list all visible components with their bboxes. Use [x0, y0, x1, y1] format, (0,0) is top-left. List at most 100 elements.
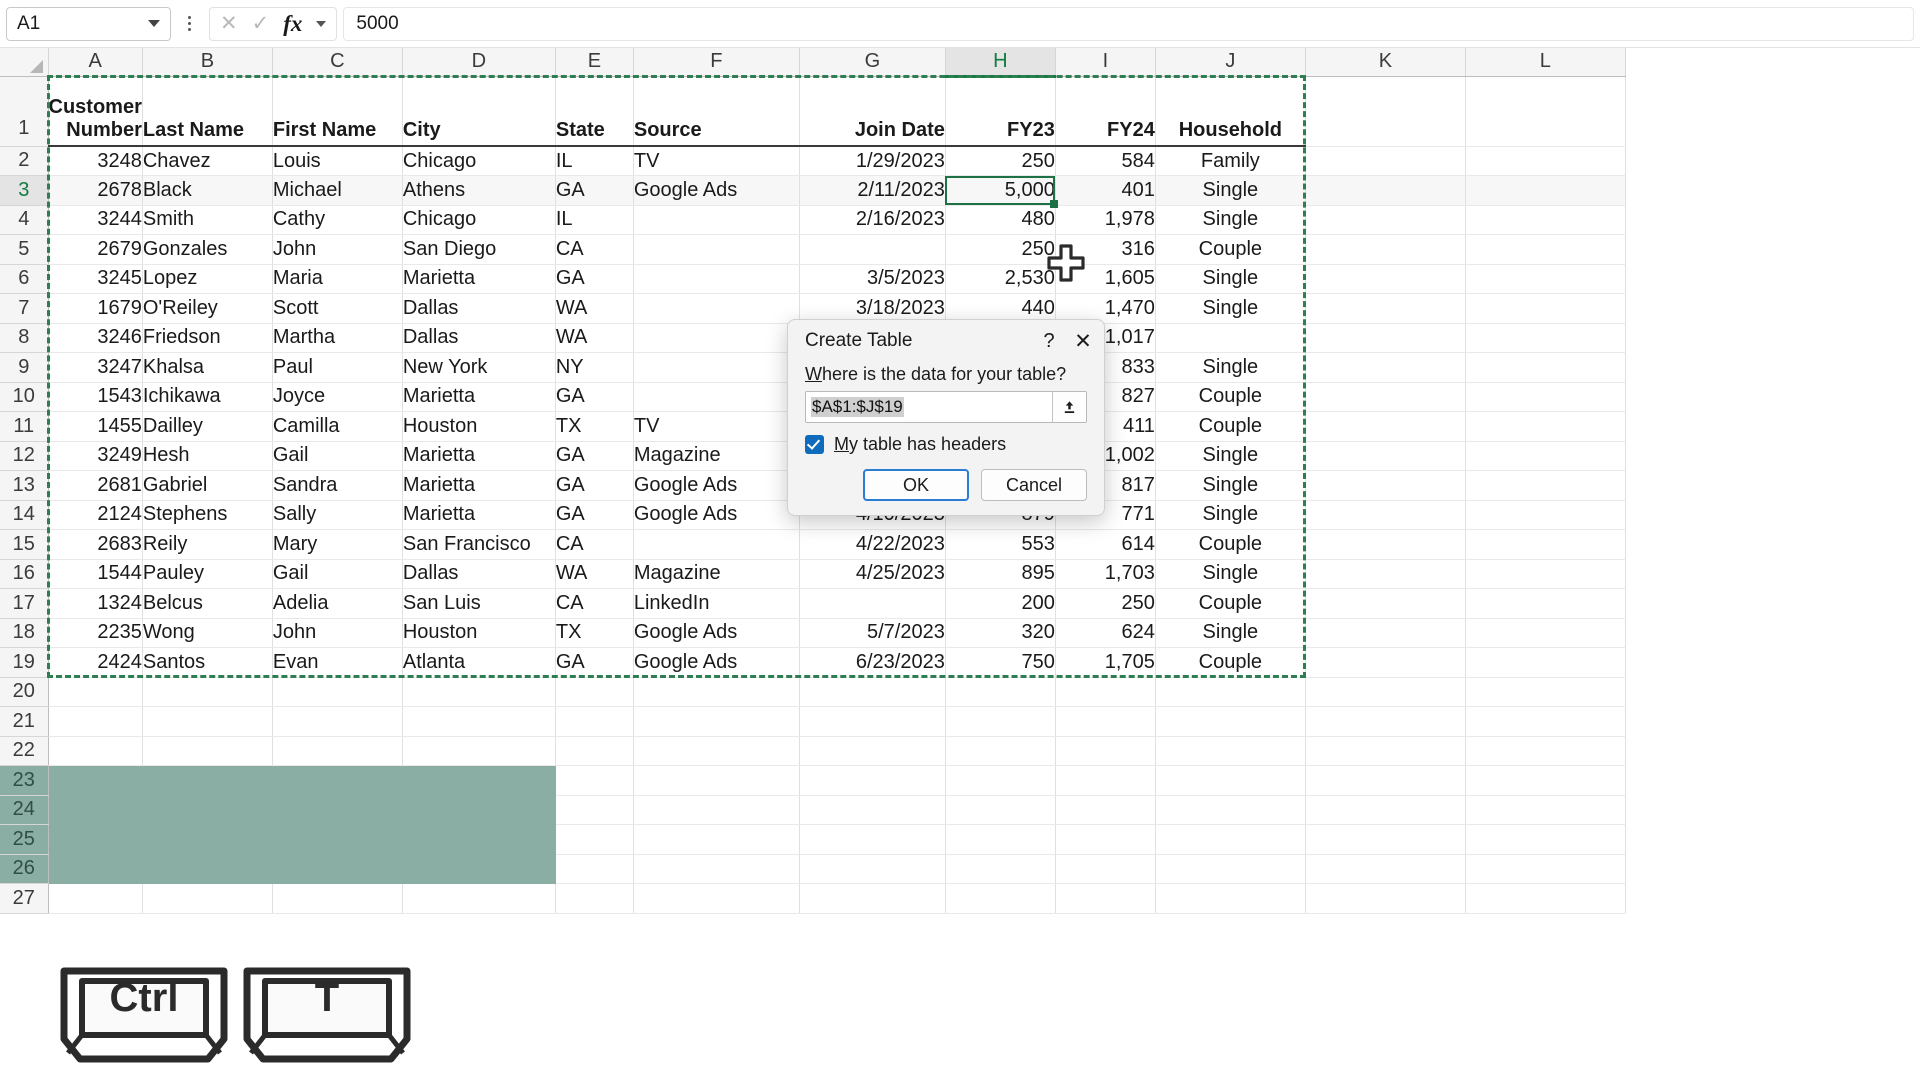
cell-C4[interactable]: Cathy [272, 205, 403, 235]
cell-E26[interactable] [555, 854, 634, 884]
cell-J8[interactable] [1155, 323, 1306, 353]
cell-K7[interactable] [1305, 293, 1466, 324]
row-header-22[interactable]: 22 [0, 736, 49, 766]
cell-E12[interactable]: GA [555, 441, 634, 471]
check-icon[interactable]: ✓ [252, 13, 270, 34]
cell-B18[interactable]: Wong [142, 618, 273, 648]
cell-J23[interactable] [1155, 765, 1306, 796]
select-all-corner[interactable] [0, 48, 49, 77]
cell-F10[interactable] [633, 382, 800, 412]
cell-K2[interactable] [1305, 146, 1466, 176]
create-table-dialog[interactable]: Create Table ? ✕ Where is the data for y… [787, 319, 1105, 516]
cell-J19[interactable]: Couple [1155, 647, 1306, 678]
cell-H15[interactable]: 553 [945, 529, 1056, 560]
cell-I23[interactable] [1055, 765, 1156, 796]
cell-L10[interactable] [1465, 382, 1626, 412]
cell-L17[interactable] [1465, 588, 1626, 619]
cell-G24[interactable] [799, 795, 946, 825]
help-icon[interactable]: ? [1032, 324, 1066, 358]
cell-F14[interactable]: Google Ads [633, 500, 800, 530]
cell-A13[interactable]: 2681 [48, 470, 143, 501]
cell-K26[interactable] [1305, 854, 1466, 884]
cell-I15[interactable]: 614 [1055, 529, 1156, 560]
cell-C10[interactable]: Joyce [272, 382, 403, 412]
cell-A7[interactable]: 1679 [48, 293, 143, 324]
row-header-26[interactable]: 26 [0, 854, 49, 884]
cell-F3[interactable]: Google Ads [633, 175, 800, 206]
cell-F13[interactable]: Google Ads [633, 470, 800, 501]
cell-J11[interactable]: Couple [1155, 411, 1306, 442]
cell-G4[interactable]: 2/16/2023 [799, 205, 946, 235]
cell-L20[interactable] [1465, 677, 1626, 707]
column-header-H[interactable]: H [945, 48, 1056, 78]
cell-L25[interactable] [1465, 824, 1626, 855]
cell-H17[interactable]: 200 [945, 588, 1056, 619]
cell-I27[interactable] [1055, 883, 1156, 914]
cell-D26[interactable] [402, 854, 556, 884]
cell-J22[interactable] [1155, 736, 1306, 766]
cell-C22[interactable] [272, 736, 403, 766]
cell-D9[interactable]: New York [402, 352, 556, 383]
cell-K10[interactable] [1305, 382, 1466, 412]
cell-H6[interactable]: 2,530 [945, 264, 1056, 294]
header-cell-D1[interactable]: City [402, 76, 556, 147]
cell-J14[interactable]: Single [1155, 500, 1306, 530]
row-header-21[interactable]: 21 [0, 706, 49, 737]
cell-D4[interactable]: Chicago [402, 205, 556, 235]
row-header-11[interactable]: 11 [0, 411, 49, 442]
cell-L13[interactable] [1465, 470, 1626, 501]
cell-F19[interactable]: Google Ads [633, 647, 800, 678]
cell-A6[interactable]: 3245 [48, 264, 143, 294]
cell-L26[interactable] [1465, 854, 1626, 884]
cell-E19[interactable]: GA [555, 647, 634, 678]
cell-F21[interactable] [633, 706, 800, 737]
cell-D15[interactable]: San Francisco [402, 529, 556, 560]
cell-E4[interactable]: IL [555, 205, 634, 235]
cell-A16[interactable]: 1544 [48, 559, 143, 589]
header-cell-F1[interactable]: Source [633, 76, 800, 147]
cell-G20[interactable] [799, 677, 946, 707]
cell-K23[interactable] [1305, 765, 1466, 796]
cell-C23[interactable] [272, 765, 403, 796]
my-table-has-headers-checkbox[interactable] [805, 435, 824, 454]
cell-A15[interactable]: 2683 [48, 529, 143, 560]
cell-F15[interactable] [633, 529, 800, 560]
cell-C21[interactable] [272, 706, 403, 737]
cell-E13[interactable]: GA [555, 470, 634, 501]
cell-A17[interactable]: 1324 [48, 588, 143, 619]
cell-D17[interactable]: San Luis [402, 588, 556, 619]
cell-A23[interactable] [48, 765, 143, 796]
row-header-2[interactable]: 2 [0, 146, 49, 176]
cell-C19[interactable]: Evan [272, 647, 403, 678]
row-header-25[interactable]: 25 [0, 824, 49, 855]
cell-J15[interactable]: Couple [1155, 529, 1306, 560]
cell-J5[interactable]: Couple [1155, 234, 1306, 265]
cell-J4[interactable]: Single [1155, 205, 1306, 235]
cell-L15[interactable] [1465, 529, 1626, 560]
cell-G6[interactable]: 3/5/2023 [799, 264, 946, 294]
cell-F12[interactable]: Magazine [633, 441, 800, 471]
cell-G17[interactable] [799, 588, 946, 619]
cell-B9[interactable]: Khalsa [142, 352, 273, 383]
cell-E11[interactable]: TX [555, 411, 634, 442]
cell-B14[interactable]: Stephens [142, 500, 273, 530]
cell-G27[interactable] [799, 883, 946, 914]
cell-C12[interactable]: Gail [272, 441, 403, 471]
cell-L14[interactable] [1465, 500, 1626, 530]
row-header-4[interactable]: 4 [0, 205, 49, 235]
row-header-8[interactable]: 8 [0, 323, 49, 353]
cell-B21[interactable] [142, 706, 273, 737]
row-header-5[interactable]: 5 [0, 234, 49, 265]
chevron-down-icon[interactable] [148, 20, 160, 27]
cell-J10[interactable]: Couple [1155, 382, 1306, 412]
cell-K15[interactable] [1305, 529, 1466, 560]
spreadsheet-grid[interactable]: A B C D E F G H I J K L 1 Customer Number… [0, 48, 1920, 1080]
cell-I2[interactable]: 584 [1055, 146, 1156, 176]
cell-A4[interactable]: 3244 [48, 205, 143, 235]
cell-L22[interactable] [1465, 736, 1626, 766]
cell-L19[interactable] [1465, 647, 1626, 678]
cell-I22[interactable] [1055, 736, 1156, 766]
cell-H3[interactable]: 5,000 [945, 175, 1056, 206]
cell-G5[interactable] [799, 234, 946, 265]
cell-A5[interactable]: 2679 [48, 234, 143, 265]
